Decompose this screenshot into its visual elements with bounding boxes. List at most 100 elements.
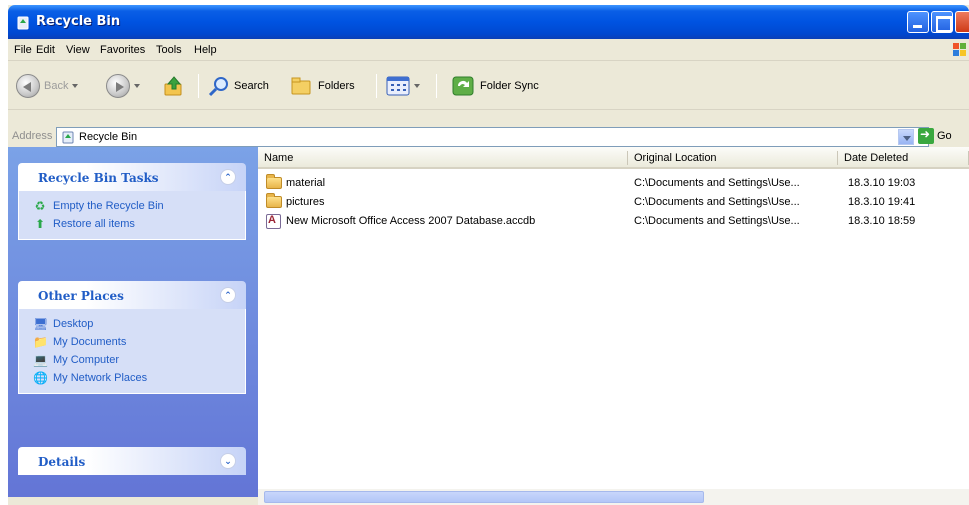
task-label: My Documents <box>53 336 127 348</box>
my-computer-link[interactable]: 💻 My Computer <box>33 351 245 369</box>
back-label: Back <box>44 80 69 92</box>
window-title: Recycle Bin <box>36 14 121 29</box>
close-button[interactable] <box>955 11 969 33</box>
horizontal-scrollbar[interactable] <box>258 489 969 505</box>
folder-icon <box>266 174 282 189</box>
file-location: C:\Documents and Settings\Use... <box>634 215 800 227</box>
my-network-places-icon: 🌐 <box>33 371 48 385</box>
file-name: pictures <box>286 196 325 208</box>
folder-sync-label: Folder Sync <box>480 80 539 92</box>
task-pane: Recycle Bin Tasks ⌃ ♻ Empty the Recycle … <box>8 147 258 497</box>
menu-view[interactable]: View <box>66 44 90 56</box>
title-bar[interactable]: Recycle Bin <box>8 5 969 39</box>
column-header-name[interactable]: Name <box>258 147 628 169</box>
search-button[interactable]: Search <box>208 75 269 97</box>
address-input[interactable]: Recycle Bin <box>56 127 929 147</box>
restore-icon: ⬆ <box>34 217 46 231</box>
file-list: Name Original Location Date Deleted mate… <box>258 147 969 489</box>
file-name: New Microsoft Office Access 2007 Databas… <box>286 215 536 227</box>
toolbar-separator <box>198 74 199 98</box>
panel-body: 🖥 Desktop 📁 My Documents 💻 My Computer 🌐… <box>18 309 246 394</box>
file-date: 18.3.10 19:03 <box>848 177 916 189</box>
collapse-icon[interactable]: ⌃ <box>220 287 236 303</box>
task-label: Desktop <box>53 318 94 330</box>
chevron-down-icon <box>134 84 140 88</box>
menu-bar: File Edit View Favorites Tools Help <box>8 39 969 61</box>
recycle-bin-icon <box>17 16 29 30</box>
menu-edit[interactable]: Edit <box>36 44 55 56</box>
file-row[interactable]: pictures C:\Documents and Settings\Use..… <box>258 193 969 212</box>
panel-header[interactable]: Other Places ⌃ <box>18 281 246 309</box>
folders-button[interactable]: Folders <box>290 75 355 97</box>
file-date: 18.3.10 18:59 <box>848 215 916 227</box>
menu-favorites[interactable]: Favorites <box>100 44 145 56</box>
go-arrow-icon <box>918 127 934 144</box>
views-button[interactable] <box>386 75 420 97</box>
empty-recycle-bin-icon: ♻ <box>34 199 46 213</box>
up-folder-button[interactable] <box>163 75 185 97</box>
desktop-icon: 🖥 <box>33 317 49 331</box>
panel-title: Recycle Bin Tasks <box>38 171 159 185</box>
up-folder-icon <box>164 76 182 96</box>
chevron-down-icon <box>72 84 79 88</box>
back-button[interactable]: Back <box>16 74 79 98</box>
task-label: Restore all items <box>53 218 135 230</box>
collapse-icon[interactable]: ⌃ <box>220 169 236 185</box>
access-database-icon <box>266 214 281 229</box>
my-documents-icon: 📁 <box>33 335 48 349</box>
panel-title: Details <box>38 455 86 469</box>
details-panel: Details ⌄ <box>18 447 246 475</box>
windows-logo-icon <box>945 41 969 59</box>
maximize-button[interactable] <box>931 11 953 33</box>
address-dropdown-button[interactable] <box>898 129 914 145</box>
empty-recycle-bin-link[interactable]: ♻ Empty the Recycle Bin <box>33 197 245 215</box>
panel-header[interactable]: Recycle Bin Tasks ⌃ <box>18 163 246 191</box>
standard-toolbar: Back Search Folders Folder Sync <box>8 62 969 110</box>
my-documents-link[interactable]: 📁 My Documents <box>33 333 245 351</box>
expand-icon[interactable]: ⌄ <box>220 453 236 469</box>
menu-file[interactable]: File <box>14 44 32 56</box>
folders-label: Folders <box>318 80 355 92</box>
recycle-bin-tasks-panel: Recycle Bin Tasks ⌃ ♻ Empty the Recycle … <box>18 163 246 240</box>
file-location: C:\Documents and Settings\Use... <box>634 177 800 189</box>
task-label: My Computer <box>53 354 120 366</box>
file-location: C:\Documents and Settings\Use... <box>634 196 800 208</box>
scrollbar-thumb[interactable] <box>264 491 704 503</box>
file-date: 18.3.10 19:41 <box>848 196 916 208</box>
folder-sync-icon <box>452 76 474 96</box>
toolbar-separator <box>376 74 377 98</box>
other-places-panel: Other Places ⌃ 🖥 Desktop 📁 My Documents … <box>18 281 246 394</box>
search-icon <box>208 77 228 97</box>
panel-header[interactable]: Details ⌄ <box>18 447 246 475</box>
minimize-button[interactable] <box>907 11 929 33</box>
views-icon <box>386 76 410 96</box>
panel-title: Other Places <box>38 289 124 303</box>
address-label: Address <box>12 130 53 142</box>
chevron-down-icon <box>414 84 420 88</box>
my-network-places-link[interactable]: 🌐 My Network Places <box>33 369 245 387</box>
menu-help[interactable]: Help <box>194 44 217 56</box>
task-label: Empty the Recycle Bin <box>53 200 164 212</box>
column-header-date-deleted[interactable]: Date Deleted <box>838 147 969 169</box>
file-row[interactable]: New Microsoft Office Access 2007 Databas… <box>258 213 969 231</box>
toolbar-separator <box>436 74 437 98</box>
forward-arrow-icon <box>106 74 130 98</box>
search-label: Search <box>234 80 269 92</box>
panel-body: ♻ Empty the Recycle Bin ⬆ Restore all it… <box>18 191 246 240</box>
file-row[interactable]: material C:\Documents and Settings\Use..… <box>258 174 969 193</box>
restore-all-items-link[interactable]: ⬆ Restore all items <box>33 215 245 233</box>
back-arrow-icon <box>16 74 40 98</box>
address-value: Recycle Bin <box>79 131 138 143</box>
menu-tools[interactable]: Tools <box>156 44 182 56</box>
folder-icon <box>266 193 282 208</box>
go-label: Go <box>937 130 952 142</box>
desktop-link[interactable]: 🖥 Desktop <box>33 315 245 333</box>
column-header-original-location[interactable]: Original Location <box>628 147 838 169</box>
recycle-bin-icon <box>62 131 74 144</box>
forward-button[interactable] <box>106 74 140 98</box>
file-name: material <box>286 177 326 189</box>
folder-sync-button[interactable]: Folder Sync <box>452 75 539 97</box>
go-button[interactable]: Go <box>918 127 952 144</box>
folders-icon <box>291 77 311 95</box>
my-computer-icon: 💻 <box>33 353 48 367</box>
